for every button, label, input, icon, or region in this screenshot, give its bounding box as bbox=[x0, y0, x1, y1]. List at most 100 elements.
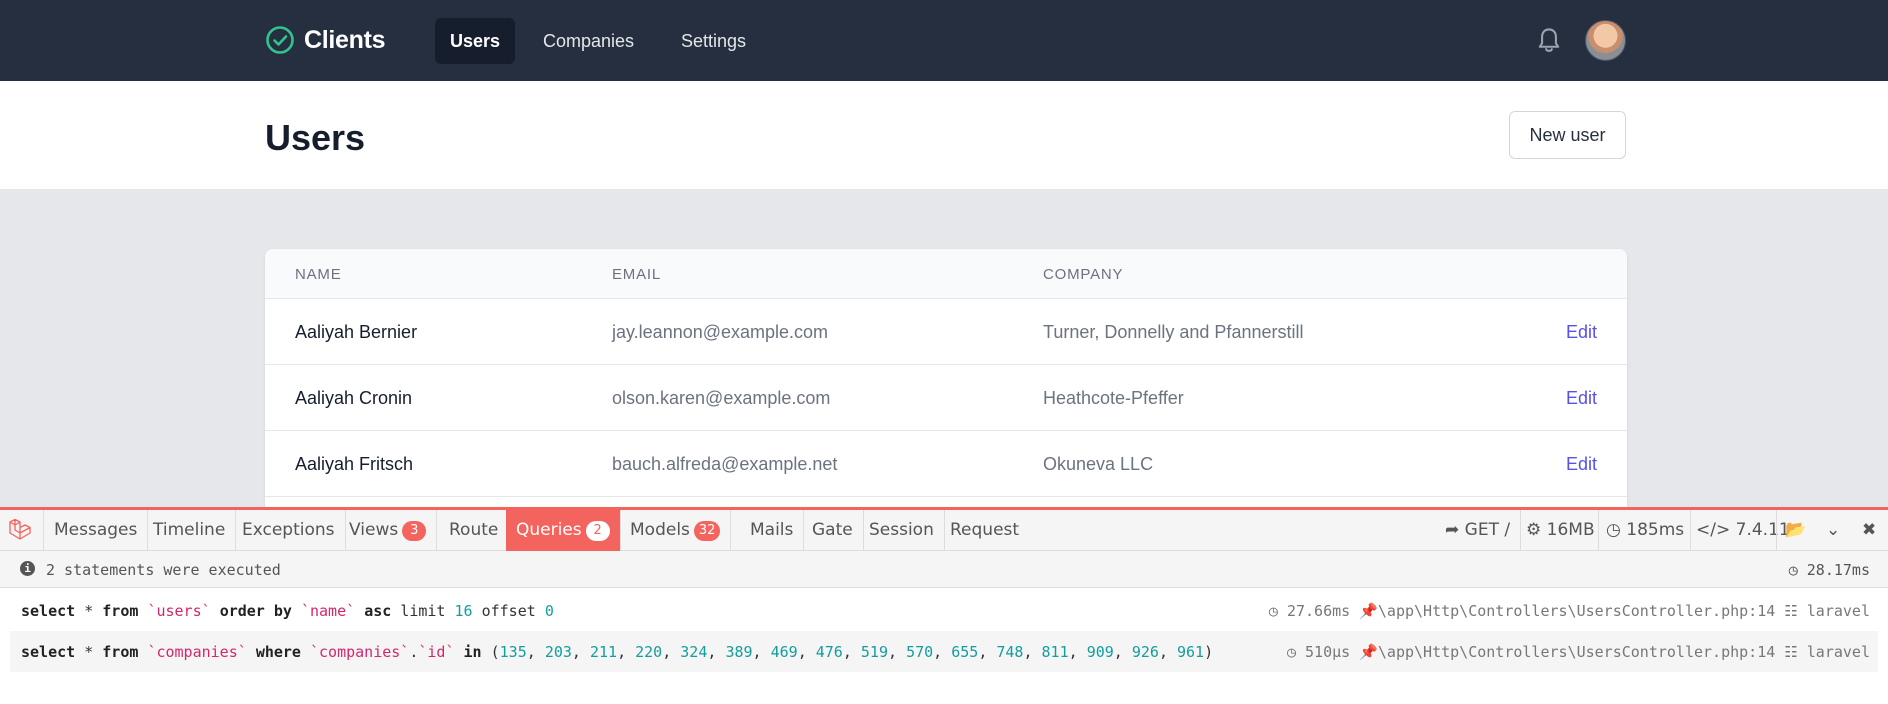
edit-link[interactable]: Edit bbox=[1566, 322, 1597, 343]
tab-label: Request bbox=[950, 520, 1020, 540]
statement-time: 27.66ms bbox=[1286, 602, 1351, 620]
table-row: Aaliyah Cronin olson.karen@example.com H… bbox=[265, 365, 1627, 431]
debug-tab-queries[interactable]: Queries 2 bbox=[506, 510, 621, 551]
separator bbox=[1690, 510, 1691, 551]
sql-statement[interactable]: select * from `users` order by `name` as… bbox=[10, 590, 1878, 631]
clock-icon: ◷ bbox=[1606, 520, 1621, 540]
user-company: Heathcote-Pfeffer bbox=[1043, 388, 1184, 408]
brand-name: Clients bbox=[304, 25, 386, 54]
user-email: bauch.alfreda@example.net bbox=[612, 454, 838, 474]
debug-tab-mails[interactable]: Mails bbox=[740, 510, 805, 551]
request-info[interactable]: ➦ GET / bbox=[1445, 510, 1510, 551]
statement-meta: ◷ 27.66ms 📌\app\Http\Controllers\UsersCo… bbox=[1269, 602, 1870, 620]
table-row: Aaliyah Fritsch bauch.alfreda@example.ne… bbox=[265, 431, 1627, 497]
top-navbar: Clients Users Companies Settings bbox=[0, 0, 1888, 81]
tab-label: Views bbox=[349, 520, 399, 540]
info-icon: i bbox=[20, 561, 35, 576]
page-title: Users bbox=[265, 117, 366, 158]
memory-info[interactable]: ⚙ 16MB bbox=[1526, 510, 1595, 551]
column-name: NAME bbox=[295, 266, 342, 283]
edit-link[interactable]: Edit bbox=[1566, 388, 1597, 409]
user-avatar[interactable] bbox=[1585, 20, 1626, 61]
laravel-logo-icon[interactable] bbox=[0, 510, 44, 551]
statement-time: 510μs bbox=[1305, 643, 1351, 661]
debugbar: Messages Timeline Exceptions Views 3 Rout… bbox=[0, 507, 1888, 704]
views-badge: 3 bbox=[402, 521, 427, 541]
tab-label: Mails bbox=[750, 520, 794, 540]
debug-tab-messages[interactable]: Messages bbox=[44, 510, 149, 551]
tab-label: Queries bbox=[516, 520, 582, 540]
clock-icon: ◷ bbox=[1788, 561, 1807, 579]
queries-status: i 2 statements were executed ◷ 28.17ms bbox=[0, 551, 1888, 588]
user-name: Aaliyah Bernier bbox=[295, 322, 418, 342]
database-icon: ☷ bbox=[1784, 643, 1798, 661]
close-icon[interactable]: ✖ bbox=[1862, 510, 1876, 551]
sql-query: select * from `users` order by `name` as… bbox=[21, 602, 554, 620]
total-time-value: 28.17ms bbox=[1806, 561, 1870, 579]
debug-tab-request[interactable]: Request bbox=[940, 510, 1029, 551]
statement-count: 2 statements were executed bbox=[46, 561, 281, 579]
users-table: NAME EMAIL COMPANY Aaliyah Bernier jay.l… bbox=[265, 249, 1627, 549]
check-circle-icon bbox=[266, 26, 294, 54]
tab-label: Gate bbox=[812, 520, 853, 540]
php-version: 7.4.11 bbox=[1735, 520, 1790, 540]
user-name: Aaliyah Cronin bbox=[295, 388, 413, 408]
code-icon: </> bbox=[1696, 520, 1731, 540]
clock-icon: ◷ bbox=[1286, 643, 1306, 661]
folder-open-icon[interactable]: 📂 bbox=[1785, 510, 1806, 551]
debug-tab-route[interactable]: Route bbox=[439, 510, 510, 551]
tab-label: Timeline bbox=[153, 520, 226, 540]
debug-tab-timeline[interactable]: Timeline bbox=[143, 510, 237, 551]
pin-icon: 📌 bbox=[1359, 643, 1378, 661]
debug-tab-views[interactable]: Views 3 bbox=[339, 510, 438, 551]
nav-settings[interactable]: Settings bbox=[666, 18, 761, 64]
main-content: NAME EMAIL COMPANY Aaliyah Bernier jay.l… bbox=[0, 189, 1888, 549]
request-duration: 185ms bbox=[1626, 520, 1685, 540]
chevron-down-icon[interactable]: ⌄ bbox=[1826, 510, 1840, 551]
debug-tab-session[interactable]: Session bbox=[859, 510, 945, 551]
table-header: NAME EMAIL COMPANY bbox=[265, 249, 1627, 299]
cogs-icon: ⚙ bbox=[1526, 520, 1542, 540]
table-row: Aaliyah Bernier jay.leannon@example.com … bbox=[265, 299, 1627, 365]
models-badge: 32 bbox=[693, 521, 721, 541]
statement-meta: ◷ 510μs 📌\app\Http\Controllers\UsersCont… bbox=[1287, 643, 1870, 661]
database-icon: ☷ bbox=[1784, 602, 1798, 620]
queries-badge: 2 bbox=[585, 521, 610, 541]
nav-companies[interactable]: Companies bbox=[528, 18, 649, 64]
share-icon: ➦ bbox=[1445, 520, 1460, 540]
clock-icon: ◷ bbox=[1268, 602, 1287, 620]
column-email: EMAIL bbox=[612, 266, 662, 283]
total-time: ◷ 28.17ms bbox=[1789, 561, 1870, 579]
statement-connection: laravel bbox=[1806, 643, 1870, 661]
new-user-button[interactable]: New user bbox=[1509, 111, 1626, 159]
debug-tab-models[interactable]: Models 32 bbox=[620, 510, 732, 551]
page-header: Users New user bbox=[0, 81, 1888, 189]
separator bbox=[1776, 510, 1777, 551]
nav-users[interactable]: Users bbox=[435, 18, 516, 64]
separator bbox=[1520, 510, 1521, 551]
statement-source: \app\Http\Controllers\UsersController.ph… bbox=[1377, 602, 1776, 620]
column-company: COMPANY bbox=[1043, 266, 1124, 283]
debug-tab-exceptions[interactable]: Exceptions bbox=[232, 510, 346, 551]
edit-link[interactable]: Edit bbox=[1566, 454, 1597, 475]
memory-usage: 16MB bbox=[1546, 520, 1595, 540]
debugbar-tabs: Messages Timeline Exceptions Views 3 Rout… bbox=[0, 510, 1888, 551]
tab-label: Session bbox=[869, 520, 934, 540]
user-email: jay.leannon@example.com bbox=[612, 322, 829, 342]
user-company: Turner, Donnelly and Pfannerstill bbox=[1043, 322, 1304, 342]
statement-connection: laravel bbox=[1806, 602, 1870, 620]
brand-logo[interactable]: Clients bbox=[265, 25, 386, 55]
duration-info[interactable]: ◷ 185ms bbox=[1606, 510, 1684, 551]
user-email: olson.karen@example.com bbox=[612, 388, 831, 408]
tab-label: Route bbox=[449, 520, 499, 540]
laravel-icon bbox=[9, 518, 31, 540]
tab-label: Messages bbox=[54, 520, 138, 540]
bell-icon[interactable] bbox=[1535, 26, 1563, 56]
tab-label: Models bbox=[630, 520, 690, 540]
tab-label: Exceptions bbox=[242, 520, 335, 540]
pin-icon: 📌 bbox=[1359, 602, 1378, 620]
user-company: Okuneva LLC bbox=[1043, 454, 1154, 474]
statement-source: \app\Http\Controllers\UsersController.ph… bbox=[1377, 643, 1776, 661]
sql-statement[interactable]: select * from `companies` where `compani… bbox=[10, 631, 1878, 672]
debug-tab-gate[interactable]: Gate bbox=[802, 510, 864, 551]
